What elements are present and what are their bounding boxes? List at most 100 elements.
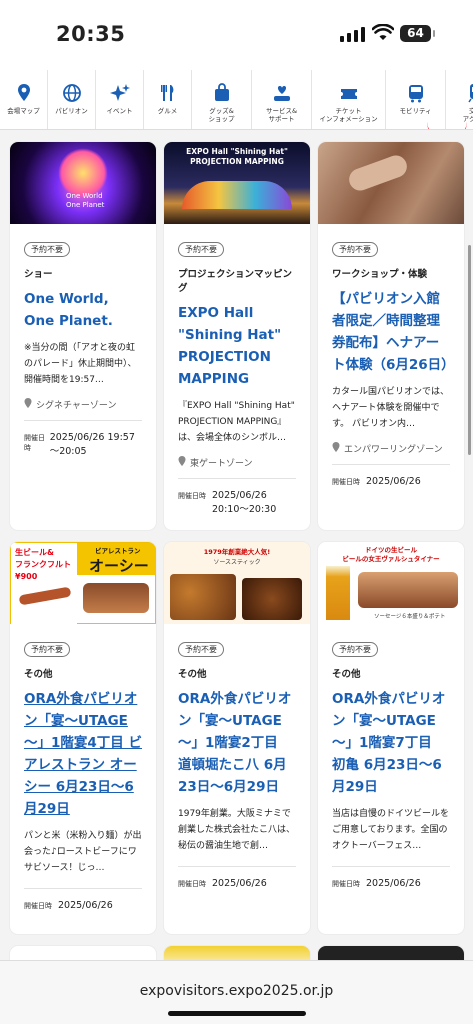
browser-bottom-bar: expovisitors.expo2025.or.jp (0, 960, 473, 1024)
date-label: 開催日時 (332, 880, 360, 888)
reservation-badge: 予約不要 (24, 642, 70, 657)
card-title[interactable]: ORA外食パビリオン「宴～UTAGE～」1階宴7丁目 初亀 6月23日～6月29… (332, 688, 450, 798)
thumb-sub: ソーセージ６本盛り＆ポテト (374, 614, 446, 620)
category-label: モビリティ (399, 107, 432, 115)
event-card[interactable]: One World One Planet 予約不要 ショー One World, On… (10, 142, 156, 530)
ticket-icon (340, 89, 357, 99)
category-item[interactable]: イベント (96, 70, 144, 129)
location-pin-icon (24, 398, 32, 408)
category-item[interactable]: グルメ (144, 70, 192, 129)
location-pin-icon (178, 456, 186, 466)
date-value: 2025/06/26 (58, 900, 113, 911)
card-date: 開催日時 2025/06/26 (178, 877, 296, 891)
url-bar[interactable]: expovisitors.expo2025.or.jp (0, 983, 473, 999)
event-card[interactable]: 生ビール& フランクフルト ¥900 ビアレストランオーシー予約不要その他 ORA外… (10, 542, 156, 934)
card-thumbnail (318, 142, 464, 224)
card-title[interactable]: ORA外食パビリオン「宴～UTAGE～」1階宴4丁目 ビアレストラン オーシー … (24, 688, 142, 820)
event-card[interactable]: 1979年創業絶大人気! ソーススティック予約不要その他 ORA外食パビリオン「宴～… (164, 542, 310, 934)
reservation-badge: 予約不要 (178, 642, 224, 657)
card-location: 東ゲートゾーン (178, 456, 296, 479)
date-label: 開催日時 (178, 880, 206, 888)
category-label: 会場マップ (7, 107, 40, 115)
card-date: 開催日時 2025/06/26 19:57～20:05 (24, 431, 142, 459)
card-date: 開催日時 2025/06/26 20:10～20:30 (178, 489, 296, 517)
card-description: 1979年創業。大阪ミナミで創業した株式会社たこ八は、秘伝の醤油生地で創… (178, 809, 296, 851)
date-value: 2025/06/26 (212, 878, 267, 889)
category-item[interactable]: 交通 アクセス (446, 70, 473, 129)
date-value: 2025/06/26 (366, 878, 421, 889)
card-category: その他 (178, 669, 207, 680)
category-label: パビリオン (55, 107, 88, 115)
signal-icon (340, 26, 365, 42)
date-value: 2025/06/26 (366, 476, 421, 487)
card-date: 開催日時 2025/06/26 (332, 877, 450, 891)
category-item[interactable]: 会場マップ (0, 70, 48, 129)
card-thumbnail: 1979年創業絶大人気! ソーススティック (164, 542, 310, 624)
date-label: 開催日時 (24, 434, 45, 452)
location-label: 東ゲートゾーン (190, 459, 253, 469)
map-icon (17, 84, 30, 101)
menu-accent (427, 122, 467, 129)
card-thumbnail: One World One Planet (10, 142, 156, 224)
event-card[interactable]: ドイツの生ビール ビールの女王ヴァルシュタイナー ソーセージ６本盛り＆ポテト予約不… (318, 542, 464, 934)
card-category: その他 (24, 669, 53, 680)
card-title[interactable]: 【パビリオン入館者限定／時間整理券配布】ヘナアート体験（6月26日） (332, 288, 455, 376)
category-label: サービス& サポート (265, 107, 298, 123)
category-item[interactable]: モビリティ (386, 70, 446, 129)
bus-icon (408, 85, 423, 103)
thumb-sub: ソーススティック (213, 559, 261, 566)
card-thumbnail: EXPO Hall "Shining Hat" PROJECTION MAPPI… (164, 142, 310, 224)
reservation-badge: 予約不要 (24, 242, 70, 257)
card-thumbnail: ドイツの生ビール ビールの女王ヴァルシュタイナー ソーセージ６本盛り＆ポテト (318, 542, 464, 624)
card-description: ※当分の間（「アオと夜の虹のパレード」休止期間中）、開催時間を19:57… (24, 343, 137, 385)
card-description: カタール国パビリオンでは、ヘナアート体験を開催中です。 パビリオン内… (332, 387, 450, 429)
card-description: 『EXPO Hall "Shining Hat" PROJECTION MAPP… (178, 401, 295, 443)
card-title[interactable]: ORA外食パビリオン「宴～UTAGE～」1階宴2丁目 道頓堀たこ八 6月23日～… (178, 688, 296, 798)
card-date: 開催日時 2025/06/26 (332, 475, 450, 489)
heart-hand-icon (273, 86, 290, 101)
category-item[interactable]: サービス& サポート (252, 70, 312, 129)
sparkle-icon (109, 84, 130, 101)
card-category: その他 (332, 669, 361, 680)
thumb-text: 生ビール& フランクフルト ¥900 (15, 548, 71, 581)
thumb-text: One World One Planet (66, 192, 105, 209)
card-thumbnail: 生ビール& フランクフルト ¥900 ビアレストランオーシー (10, 542, 156, 624)
cutlery-icon (160, 85, 173, 101)
status-time: 20:35 (56, 22, 126, 46)
location-pin-icon (332, 442, 340, 452)
globe-icon (62, 84, 81, 102)
location-label: シグネチャーゾーン (36, 401, 117, 411)
category-label: 交通 アクセス (462, 107, 473, 123)
card-title[interactable]: EXPO Hall "Shining Hat" PROJECTION MAPPI… (178, 302, 296, 390)
card-description: パンと米（米粉入り麺）が出会った♪ローストビーフにワサビソース！じっ… (24, 831, 142, 873)
reservation-badge: 予約不要 (178, 242, 224, 257)
thumb-text: 1979年創業絶大人気! (203, 548, 271, 556)
wifi-icon (372, 24, 394, 40)
location-label: エンパワーリングゾーン (344, 445, 443, 455)
card-description: 当店は自慢のドイツビールをご用意しております。全国のオクトーバーフェス… (332, 809, 450, 851)
home-indicator[interactable] (168, 1011, 306, 1016)
battery-icon: 64 (400, 25, 435, 42)
date-label: 開催日時 (332, 478, 360, 486)
category-label: グッズ& ショップ (208, 107, 235, 123)
category-label: グルメ (157, 107, 178, 115)
reservation-badge: 予約不要 (332, 242, 378, 257)
date-value: 2025/06/26 19:57～20:05 (49, 432, 135, 457)
scrollbar[interactable] (468, 245, 471, 455)
event-card[interactable]: EXPO Hall "Shining Hat" PROJECTION MAPPI… (164, 142, 310, 530)
category-nav: 会場マップ パビリオン イベント グルメ グッズ& ショップ サービス& サポート チケット… (0, 70, 473, 130)
category-item[interactable]: チケット インフォメーション (312, 70, 386, 129)
card-location: シグネチャーゾーン (24, 398, 142, 421)
shopping-bag-icon (214, 83, 229, 101)
reservation-badge: 予約不要 (332, 642, 378, 657)
card-title[interactable]: One World, One Planet. (24, 288, 142, 332)
date-label: 開催日時 (24, 902, 52, 910)
card-location: エンパワーリングゾーン (332, 442, 450, 465)
date-value: 2025/06/26 20:10～20:30 (212, 490, 277, 515)
card-category: ワークショップ・体験 (332, 269, 428, 280)
event-card[interactable]: 予約不要ワークショップ・体験【パビリオン入館者限定／時間整理券配布】ヘナアート体… (318, 142, 464, 530)
category-item[interactable]: グッズ& ショップ (192, 70, 252, 129)
category-item[interactable]: パビリオン (48, 70, 96, 129)
thumb-sub: ビアレストラン (95, 547, 141, 555)
thumb-brand: オーシー (89, 557, 149, 575)
